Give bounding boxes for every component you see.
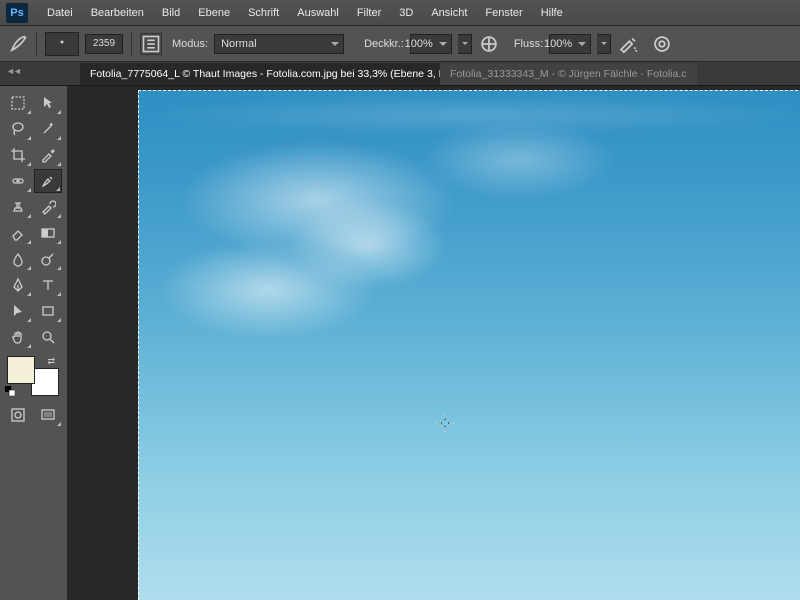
swap-colors-icon[interactable]: ⇄	[47, 356, 55, 367]
tab-label: Fotolia_7775064_L © Thaut Images - Fotol…	[90, 68, 440, 80]
document-tab-active[interactable]: Fotolia_7775064_L © Thaut Images - Fotol…	[80, 63, 440, 85]
menu-bild[interactable]: Bild	[153, 0, 189, 26]
background-color[interactable]	[31, 368, 59, 396]
marquee-tool[interactable]	[4, 91, 32, 115]
opacity-label: Deckkr.:	[364, 38, 404, 50]
image-canvas[interactable]	[138, 90, 800, 600]
default-colors-icon[interactable]	[5, 386, 15, 396]
lasso-tool[interactable]	[4, 117, 32, 141]
opacity-value: 100%	[405, 38, 433, 50]
crop-tool[interactable]	[4, 143, 32, 167]
foreground-color[interactable]	[7, 356, 35, 384]
flow-input[interactable]: 100%	[549, 34, 591, 54]
magic-wand-tool[interactable]	[34, 117, 62, 141]
opacity-dropdown[interactable]	[458, 34, 472, 54]
document-tab-inactive[interactable]: Fotolia_31333343_M - © Jürgen Fälchle - …	[440, 63, 697, 85]
main-area: ⇄	[0, 86, 800, 600]
options-bar: Modus: Normal Deckkr.: 100% Fluss: 100%	[0, 26, 800, 62]
dodge-tool[interactable]	[34, 247, 62, 271]
toolbox: ⇄	[0, 86, 68, 600]
screen-mode-tool[interactable]	[34, 403, 62, 427]
healing-brush-tool[interactable]	[4, 169, 32, 193]
menu-hilfe[interactable]: Hilfe	[532, 0, 572, 26]
collapse-arrows-icon[interactable]: ◄◄	[6, 66, 20, 76]
flow-value: 100%	[544, 38, 572, 50]
brush-preset-picker[interactable]	[45, 32, 79, 56]
pressure-size-icon[interactable]	[651, 33, 673, 55]
tab-label: Fotolia_31333343_M - © Jürgen Fälchle - …	[450, 68, 687, 80]
pen-tool[interactable]	[4, 273, 32, 297]
menu-auswahl[interactable]: Auswahl	[288, 0, 348, 26]
blur-tool[interactable]	[4, 247, 32, 271]
hand-tool[interactable]	[4, 325, 32, 349]
flow-dropdown[interactable]	[597, 34, 611, 54]
menu-schrift[interactable]: Schrift	[239, 0, 288, 26]
color-swatch: ⇄	[5, 356, 61, 396]
gradient-tool[interactable]	[34, 221, 62, 245]
shape-tool[interactable]	[34, 299, 62, 323]
flow-label: Fluss:	[514, 38, 543, 50]
move-tool[interactable]	[34, 91, 62, 115]
brush-panel-toggle[interactable]	[140, 33, 162, 55]
clone-stamp-tool[interactable]	[4, 195, 32, 219]
blend-mode-dropdown[interactable]: Normal	[214, 34, 344, 54]
crosshair-cursor	[436, 414, 454, 435]
document-tab-bar: ◄◄ Fotolia_7775064_L © Thaut Images - Fo…	[0, 62, 800, 86]
app-logo: Ps	[6, 3, 28, 23]
brush-tool[interactable]	[34, 169, 62, 193]
mode-label: Modus:	[172, 38, 208, 50]
menu-3d[interactable]: 3D	[390, 0, 422, 26]
quick-mask-tool[interactable]	[4, 403, 32, 427]
menu-fenster[interactable]: Fenster	[476, 0, 531, 26]
menu-ansicht[interactable]: Ansicht	[422, 0, 476, 26]
history-brush-tool[interactable]	[34, 195, 62, 219]
menu-filter[interactable]: Filter	[348, 0, 390, 26]
tool-preset-picker[interactable]	[8, 35, 28, 53]
eraser-tool[interactable]	[4, 221, 32, 245]
path-selection-tool[interactable]	[4, 299, 32, 323]
airbrush-icon[interactable]	[617, 33, 639, 55]
menu-ebene[interactable]: Ebene	[189, 0, 239, 26]
menu-bearbeiten[interactable]: Bearbeiten	[82, 0, 153, 26]
zoom-tool[interactable]	[34, 325, 62, 349]
menu-datei[interactable]: Datei	[38, 0, 82, 26]
canvas-area[interactable]	[68, 86, 800, 600]
pressure-opacity-icon[interactable]	[478, 33, 500, 55]
type-tool[interactable]	[34, 273, 62, 297]
menu-bar: Ps Datei Bearbeiten Bild Ebene Schrift A…	[0, 0, 800, 26]
opacity-input[interactable]: 100%	[410, 34, 452, 54]
brush-size-input[interactable]	[85, 34, 123, 54]
blend-mode-value: Normal	[221, 38, 256, 50]
eyedropper-tool[interactable]	[34, 143, 62, 167]
